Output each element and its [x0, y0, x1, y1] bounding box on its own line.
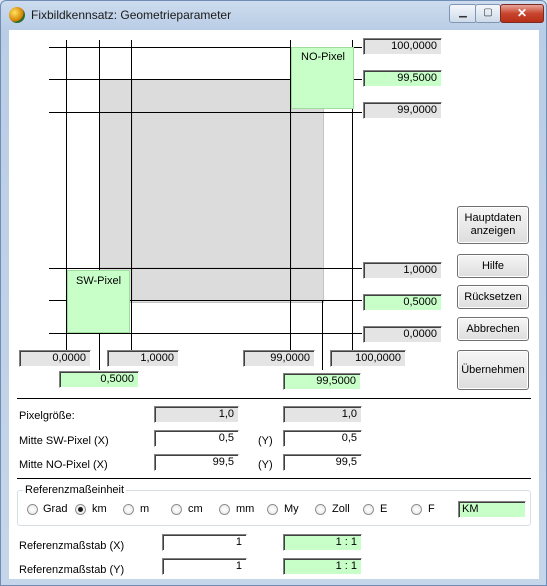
y-max-field: 100,0000 [363, 38, 442, 55]
radio-m[interactable] [123, 504, 134, 515]
line-y-1 [49, 268, 362, 269]
pixelgroesse-label: Pixelgröße: [19, 410, 75, 422]
massstab-x-label: Referenzmaßstab (X) [19, 540, 125, 552]
uebernehmen-button[interactable]: Übernehmen [457, 350, 529, 390]
x-min-field: 0,0000 [19, 350, 91, 367]
y-no-min-field: 99,0000 [363, 102, 442, 119]
massstab-y-input[interactable]: 1 [162, 558, 247, 575]
hauptdaten-label-1: Hauptdaten [464, 212, 522, 224]
line-y-0 [49, 333, 362, 334]
radio-cm-label[interactable]: cm [188, 503, 203, 515]
dialog-window: Fixbildkennsatz: Geometrieparameter ▁ ▢ … [0, 0, 547, 586]
close-button[interactable]: ✕ [500, 4, 544, 23]
massstab-x-ratio: 1 : 1 [283, 534, 362, 551]
pixelgroesse-y-field: 1,0 [283, 406, 362, 423]
no-pixel-label: NO-Pixel [301, 51, 346, 63]
dialog-client: NO-Pixel SW-Pixel 100,0000 99,5000 99,00… [9, 30, 539, 579]
radio-grad[interactable] [27, 504, 38, 515]
no-pixel-box: NO-Pixel [291, 47, 354, 109]
hauptdaten-label-2: anzeigen [470, 225, 516, 237]
radio-my[interactable] [267, 504, 278, 515]
mitte-sw-y-input[interactable]: 0,5 [283, 430, 362, 447]
sw-pixel-box: SW-Pixel [67, 270, 130, 333]
separator [17, 478, 531, 479]
x-sw-pixel-field: 0,5000 [59, 371, 139, 388]
dialog-body: NO-Pixel SW-Pixel 100,0000 99,5000 99,00… [9, 30, 539, 579]
radio-zoll-label[interactable]: Zoll [332, 503, 350, 515]
y-label: (Y) [258, 459, 273, 471]
line-y-min [49, 112, 362, 113]
radio-km-label[interactable]: km [92, 503, 107, 515]
radio-km[interactable] [75, 504, 86, 515]
massstab-y-label: Referenzmaßstab (Y) [19, 564, 125, 576]
radio-my-label[interactable]: My [284, 503, 299, 515]
line-x-1 [131, 40, 132, 352]
line-x-no [322, 300, 323, 370]
radio-mm-label[interactable]: mm [236, 503, 254, 515]
y-sw-pixel-field: 0,5000 [363, 294, 442, 311]
unit-display-field: KM [458, 501, 526, 518]
mitte-sw-x-input[interactable]: 0,5 [154, 430, 239, 447]
title-bar[interactable]: Fixbildkennsatz: Geometrieparameter ▁ ▢ … [1, 1, 546, 29]
x-no-min-field: 99,0000 [243, 350, 315, 367]
massstab-x-input[interactable]: 1 [162, 534, 247, 551]
y-label: (Y) [258, 435, 273, 447]
y-sw-max-field: 1,0000 [363, 262, 442, 279]
hilfe-button[interactable]: Hilfe [457, 254, 529, 278]
radio-f-label[interactable]: F [428, 503, 435, 515]
radio-e-label[interactable]: E [380, 503, 387, 515]
window-title: Fixbildkennsatz: Geometrieparameter [31, 8, 232, 22]
radio-grad-label[interactable]: Grad [43, 503, 67, 515]
referenz-group-label: Referenzmaßeinheit [23, 484, 127, 496]
mitte-no-x-input[interactable]: 99,5 [154, 454, 239, 471]
mitte-no-y-input[interactable]: 99,5 [283, 454, 362, 471]
ruecksetzen-button[interactable]: Rücksetzen [457, 285, 529, 309]
radio-cm[interactable] [171, 504, 182, 515]
mitte-no-label: Mitte NO-Pixel (X) [19, 459, 108, 471]
separator [17, 398, 531, 399]
app-icon [9, 7, 25, 23]
minimize-button[interactable]: ▁ [449, 4, 477, 23]
radio-f[interactable] [411, 504, 422, 515]
radio-mm[interactable] [219, 504, 230, 515]
y-no-pixel-field: 99,5000 [363, 70, 442, 87]
mitte-sw-label: Mitte SW-Pixel (X) [19, 435, 109, 447]
x-no-pixel-field: 99,5000 [283, 373, 361, 390]
y-min-field: 0,0000 [363, 326, 442, 343]
massstab-y-ratio: 1 : 1 [283, 558, 362, 575]
restore-button[interactable]: ▢ [475, 4, 501, 23]
pixelgroesse-x-field: 1,0 [154, 406, 239, 423]
abbrechen-button[interactable]: Abbrechen [457, 317, 529, 341]
sw-pixel-label: SW-Pixel [76, 275, 122, 287]
hauptdaten-anzeigen-button[interactable]: Hauptdaten anzeigen [457, 206, 529, 244]
radio-m-label[interactable]: m [140, 503, 149, 515]
x-sw-max-field: 1,0000 [107, 350, 179, 367]
radio-e[interactable] [363, 504, 374, 515]
x-max-field: 100,0000 [330, 350, 406, 367]
radio-zoll[interactable] [315, 504, 326, 515]
